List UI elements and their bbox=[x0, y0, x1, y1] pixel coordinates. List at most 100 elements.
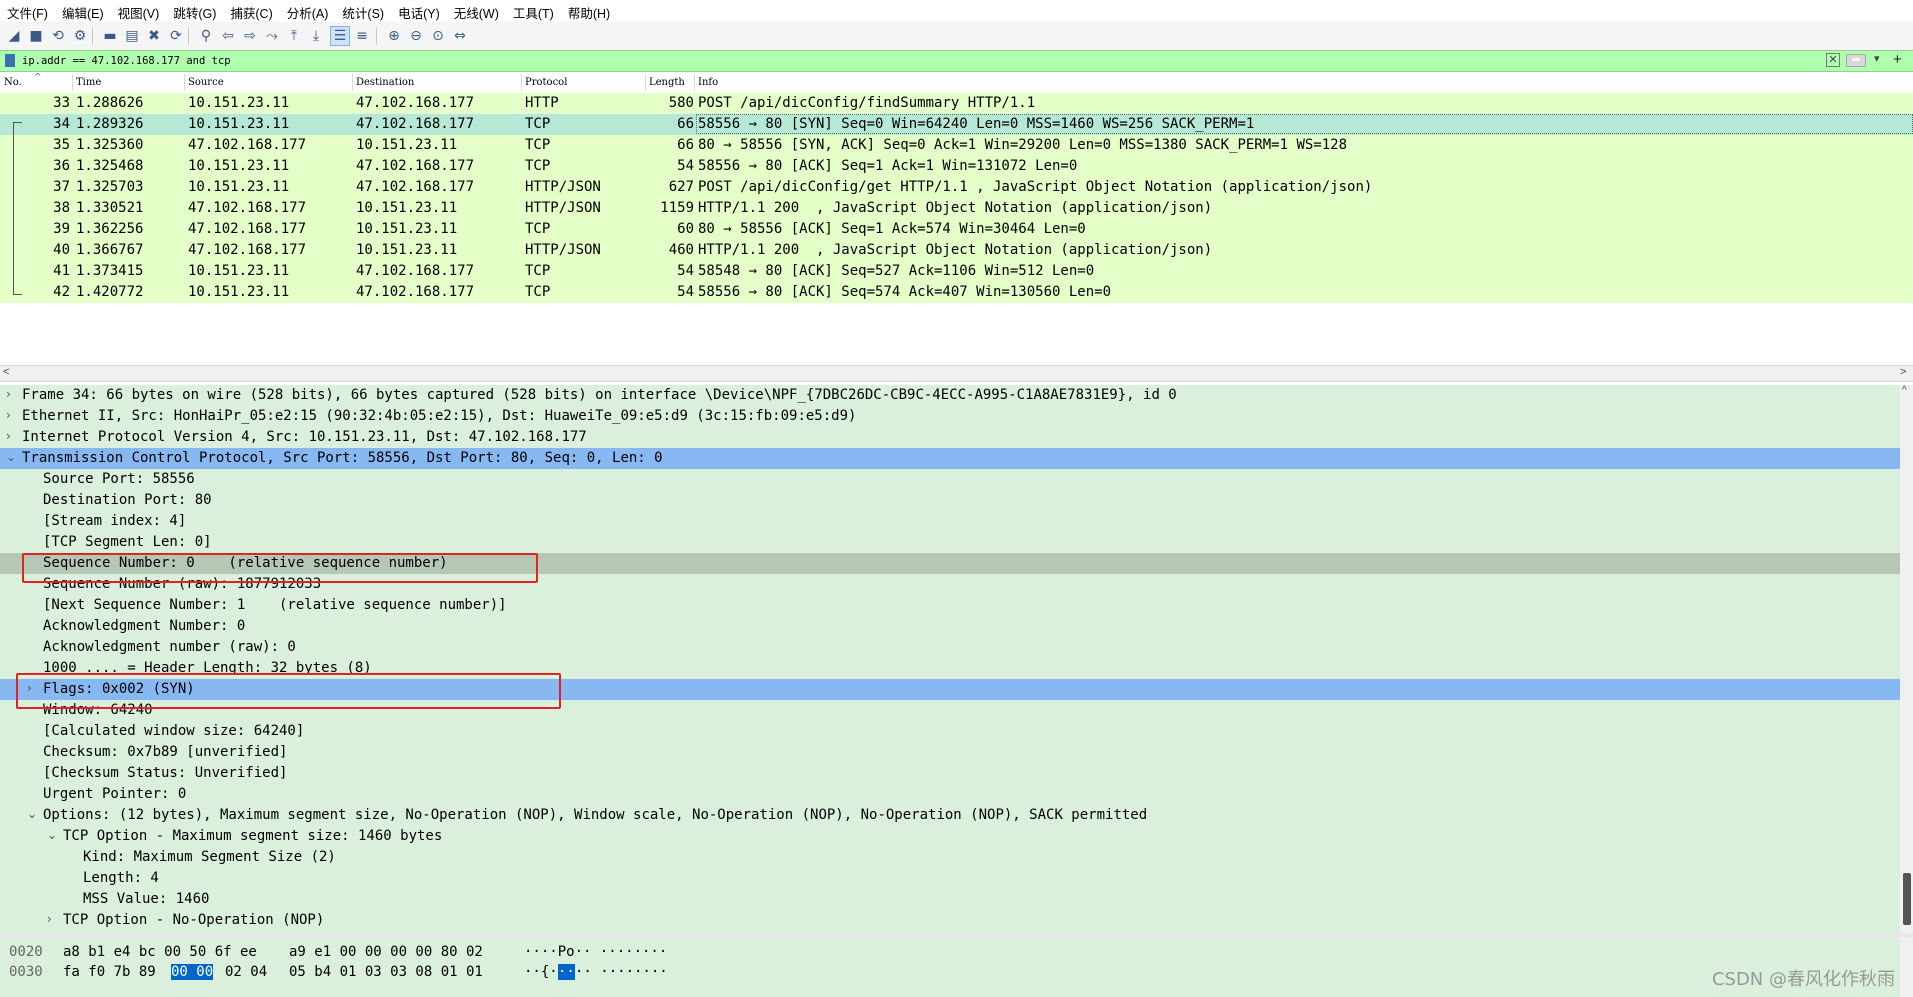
ascii-bytes-selected[interactable]: ·· bbox=[558, 964, 575, 980]
details-vscrollbar[interactable]: ^ bbox=[1900, 385, 1913, 933]
forward-icon[interactable]: ⇨ bbox=[240, 26, 260, 46]
menu-item-9[interactable]: 工具(T) bbox=[506, 0, 561, 22]
column-header-1[interactable]: Time bbox=[76, 77, 101, 88]
detail-row[interactable]: Length: 4 bbox=[0, 868, 1900, 889]
ascii-bytes-post[interactable]: ·· ········ bbox=[575, 964, 668, 980]
collapsed-arrow-icon[interactable]: › bbox=[6, 408, 11, 422]
menu-item-0[interactable]: 文件(F) bbox=[0, 0, 55, 22]
expanded-arrow-icon[interactable]: ⌄ bbox=[6, 450, 16, 464]
column-header-0[interactable]: No. bbox=[4, 77, 22, 88]
resize-columns-icon[interactable]: ⇔ bbox=[450, 26, 470, 46]
detail-row[interactable]: › TCP Option - No-Operation (NOP) bbox=[0, 910, 1900, 931]
apply-filter-icon[interactable]: ➡ bbox=[1846, 54, 1866, 67]
scroll-thumb[interactable] bbox=[1903, 873, 1911, 925]
save-icon[interactable]: ▤ bbox=[122, 26, 142, 46]
detail-row[interactable]: › Frame 34: 66 bytes on wire (528 bits), … bbox=[0, 385, 1900, 406]
packet-row[interactable]: 40 1.366767 47.102.168.177 10.151.23.11 HTTP… bbox=[0, 240, 1913, 261]
expanded-arrow-icon[interactable]: ⌄ bbox=[27, 807, 37, 821]
detail-row[interactable]: [Calculated window size: 64240] bbox=[0, 721, 1900, 742]
hex-bytes-b[interactable]: 05 b4 01 03 03 08 01 01 bbox=[289, 964, 483, 980]
scroll-up-icon[interactable]: ^ bbox=[1902, 385, 1907, 396]
last-packet-icon[interactable]: ⤓ bbox=[306, 26, 326, 46]
collapsed-arrow-icon[interactable]: › bbox=[6, 429, 11, 443]
scroll-left-icon[interactable]: < bbox=[3, 366, 9, 378]
collapsed-arrow-icon[interactable]: › bbox=[47, 912, 52, 926]
menu-item-1[interactable]: 编辑(E) bbox=[55, 0, 111, 22]
column-header-4[interactable]: Protocol bbox=[525, 77, 567, 88]
first-packet-icon[interactable]: ⤒ bbox=[284, 26, 304, 46]
detail-row[interactable]: ⌄ Transmission Control Protocol, Src Port… bbox=[0, 448, 1900, 469]
add-filter-button-icon[interactable]: + bbox=[1893, 51, 1902, 68]
collapsed-arrow-icon[interactable]: › bbox=[6, 387, 11, 401]
menu-item-7[interactable]: 电话(Y) bbox=[391, 0, 447, 22]
open-file-icon[interactable]: ▬ bbox=[100, 26, 120, 46]
packet-row[interactable]: 33 1.288626 10.151.23.11 47.102.168.177 HTTP… bbox=[0, 93, 1913, 114]
detail-row[interactable]: [Next Sequence Number: 1 (relative seque… bbox=[0, 595, 1900, 616]
ascii-bytes[interactable]: ··{· bbox=[524, 964, 558, 980]
options-gear-icon[interactable]: ⚙ bbox=[70, 26, 90, 46]
bytes-vscrollbar[interactable] bbox=[1900, 937, 1913, 997]
hex-bytes-a[interactable]: a8 b1 e4 bc 00 50 6f ee bbox=[63, 944, 257, 960]
detail-row[interactable]: Source Port: 58556 bbox=[0, 469, 1900, 490]
detail-row[interactable]: [Checksum Status: Unverified] bbox=[0, 763, 1900, 784]
detail-row[interactable]: › Ethernet II, Src: HonHaiPr_05:e2:15 (90… bbox=[0, 406, 1900, 427]
packet-row[interactable]: 38 1.330521 47.102.168.177 10.151.23.11 HTTP… bbox=[0, 198, 1913, 219]
packet-row[interactable]: 34 1.289326 10.151.23.11 47.102.168.177 TCP 6… bbox=[0, 114, 1913, 135]
scroll-right-icon[interactable]: > bbox=[1900, 366, 1906, 378]
menu-item-5[interactable]: 分析(A) bbox=[280, 0, 336, 22]
bytes-row[interactable]: 0030 fa f0 7b 89 00 00 02 04 05 b4 01 03 03 … bbox=[0, 963, 1900, 983]
detail-row[interactable]: Acknowledgment number (raw): 0 bbox=[0, 637, 1900, 658]
bookmark-icon[interactable] bbox=[5, 54, 15, 67]
display-filter-input[interactable]: ip.addr == 47.102.168.177 and tcp bbox=[22, 52, 231, 70]
detail-row[interactable]: [TCP Segment Len: 0] bbox=[0, 532, 1900, 553]
detail-row[interactable]: ⌄ TCP Option - Maximum segment size: 1460… bbox=[0, 826, 1900, 847]
column-header-3[interactable]: Destination bbox=[356, 77, 414, 88]
hex-bytes-b[interactable]: a9 e1 00 00 00 00 80 02 bbox=[289, 944, 483, 960]
detail-row[interactable]: Checksum: 0x7b89 [unverified] bbox=[0, 742, 1900, 763]
zoom-normal-icon[interactable]: ⊙ bbox=[428, 26, 448, 46]
column-header-6[interactable]: Info bbox=[698, 77, 718, 88]
detail-row[interactable]: Urgent Pointer: 0 bbox=[0, 784, 1900, 805]
packet-list-hscrollbar[interactable]: < > bbox=[0, 365, 1913, 382]
detail-row[interactable]: ⌄ Options: (12 bytes), Maximum segment si… bbox=[0, 805, 1900, 826]
menu-item-3[interactable]: 跳转(G) bbox=[166, 0, 223, 22]
go-to-packet-icon[interactable]: ⤳ bbox=[262, 26, 282, 46]
clear-filter-icon[interactable]: ✕ bbox=[1826, 53, 1840, 67]
packet-row[interactable]: 41 1.373415 10.151.23.11 47.102.168.177 TCP 5… bbox=[0, 261, 1913, 282]
column-header-2[interactable]: Source bbox=[188, 77, 224, 88]
detail-row[interactable]: Kind: Maximum Segment Size (2) bbox=[0, 847, 1900, 868]
zoom-in-icon[interactable]: ⊕ bbox=[384, 26, 404, 46]
bytes-row[interactable]: 0020 a8 b1 e4 bc 00 50 6f ee a9 e1 00 00 0… bbox=[0, 943, 1900, 963]
detail-row[interactable]: › Internet Protocol Version 4, Src: 10.15… bbox=[0, 427, 1900, 448]
menu-item-8[interactable]: 无线(W) bbox=[447, 0, 506, 22]
ascii-bytes[interactable]: ····Po·· ········ bbox=[524, 944, 667, 960]
detail-row[interactable]: Acknowledgment Number: 0 bbox=[0, 616, 1900, 637]
back-icon[interactable]: ⇦ bbox=[218, 26, 238, 46]
detail-row[interactable]: MSS Value: 1460 bbox=[0, 889, 1900, 910]
packet-row[interactable]: 36 1.325468 10.151.23.11 47.102.168.177 TCP 5… bbox=[0, 156, 1913, 177]
expanded-arrow-icon[interactable]: ⌄ bbox=[47, 828, 57, 842]
hex-bytes-a[interactable]: fa f0 7b 89 bbox=[63, 964, 156, 980]
menu-item-6[interactable]: 统计(S) bbox=[335, 0, 391, 22]
colorize-icon[interactable]: ≡ bbox=[352, 26, 372, 46]
menu-item-4[interactable]: 捕获(C) bbox=[223, 0, 279, 22]
autoscroll-icon[interactable]: ☰ bbox=[330, 26, 350, 46]
detail-row[interactable]: [Stream index: 4] bbox=[0, 511, 1900, 532]
packet-row[interactable]: 35 1.325360 47.102.168.177 10.151.23.11 TCP 6… bbox=[0, 135, 1913, 156]
packet-row[interactable]: 37 1.325703 10.151.23.11 47.102.168.177 HTTP… bbox=[0, 177, 1913, 198]
packet-row[interactable]: 42 1.420772 10.151.23.11 47.102.168.177 TCP 5… bbox=[0, 282, 1913, 303]
restart-icon[interactable]: ⟲ bbox=[48, 26, 68, 46]
find-icon[interactable]: ⚲ bbox=[196, 26, 216, 46]
shark-fin-start-icon[interactable]: ◢ bbox=[4, 26, 24, 46]
hex-bytes-selected[interactable]: 00 00 bbox=[171, 964, 214, 980]
zoom-out-icon[interactable]: ⊖ bbox=[406, 26, 426, 46]
filter-dropdown-icon[interactable]: ▾ bbox=[1874, 52, 1880, 65]
menu-item-2[interactable]: 视图(V) bbox=[111, 0, 167, 22]
hex-bytes-a2[interactable]: 02 04 bbox=[225, 964, 267, 980]
column-header-5[interactable]: Length bbox=[649, 77, 685, 88]
stop-icon[interactable]: ■ bbox=[26, 26, 46, 46]
menu-item-10[interactable]: 帮助(H) bbox=[561, 0, 617, 22]
detail-row[interactable]: Destination Port: 80 bbox=[0, 490, 1900, 511]
close-file-icon[interactable]: ✖ bbox=[144, 26, 164, 46]
packet-row[interactable]: 39 1.362256 47.102.168.177 10.151.23.11 TCP 6… bbox=[0, 219, 1913, 240]
